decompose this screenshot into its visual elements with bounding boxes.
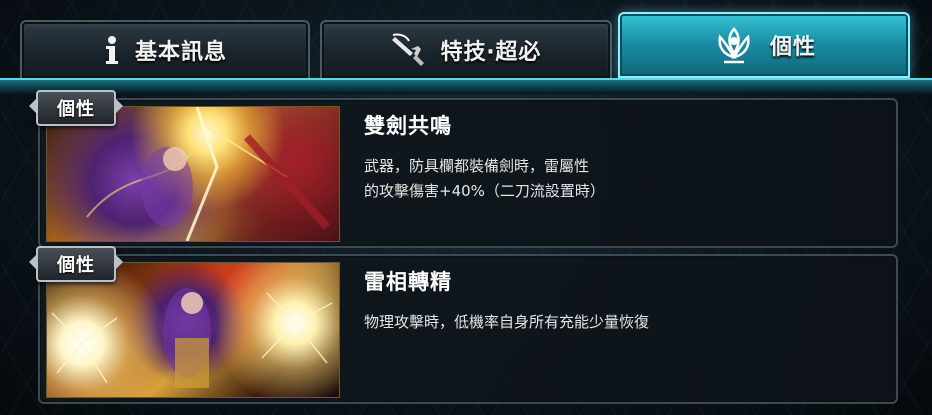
trait-description: 武器，防具欄都裝備劍時，雷屬性 的攻擊傷害+40%（二刀流設置時） <box>364 157 605 200</box>
tab-skills-special[interactable]: 特技‧超必 <box>320 20 612 78</box>
tab-label: 特技‧超必 <box>440 40 542 65</box>
trait-title: 雙劍共鳴 <box>364 114 452 138</box>
trait-card: 個性 雙劍共鳴 武器，防具欄都裝備劍時，雷屬性 的攻擊傷害+40%（二刀流設置時… <box>29 90 898 248</box>
lotus-figure-icon <box>712 25 756 65</box>
info-icon <box>103 35 121 65</box>
tab-label: 基本訊息 <box>134 40 227 65</box>
trait-list: 個性 雙劍共鳴 武器，防具欄都裝備劍時，雷屬性 的攻擊傷害+40%（二刀流設置時… <box>29 90 902 415</box>
tab-basic-info[interactable]: 基本訊息 <box>20 20 310 78</box>
tab-label: 個性 <box>769 35 816 60</box>
trait-title: 雷相轉精 <box>364 270 452 294</box>
personality-badge: 個性 <box>29 90 123 126</box>
trait-artwork <box>46 106 340 242</box>
personality-badge: 個性 <box>29 246 123 282</box>
trait-card: 個性 雷相轉精 物理攻擊時，低機率自身所有充能少量恢復 <box>29 246 898 404</box>
sword-icon <box>391 33 427 67</box>
trait-description: 物理攻擊時，低機率自身所有充能少量恢復 <box>364 313 650 331</box>
trait-artwork <box>46 262 340 398</box>
tab-personality[interactable]: 個性 <box>618 12 910 78</box>
